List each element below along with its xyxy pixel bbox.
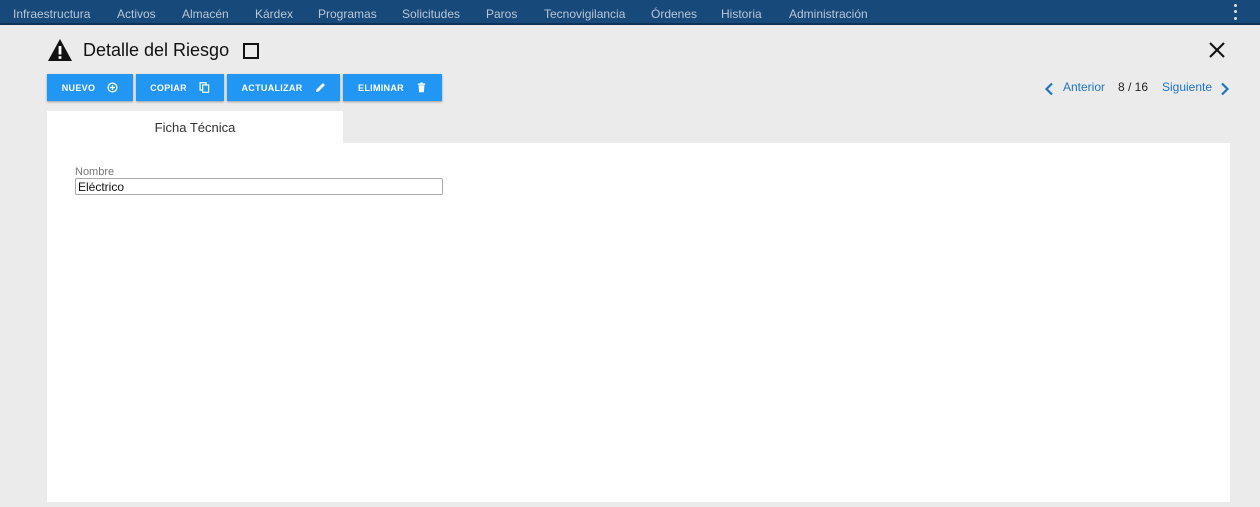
tab-ficha-tecnica-label: Ficha Técnica (154, 119, 236, 135)
nuevo-button-label: NUEVO (61, 82, 96, 93)
select-checkbox[interactable] (243, 43, 259, 59)
kebab-menu-icon[interactable] (1230, 2, 1240, 22)
nuevo-button[interactable]: NUEVO (47, 74, 133, 101)
chevron-right-icon[interactable] (1220, 82, 1230, 96)
nav-item-kardex[interactable]: Kárdex (255, 7, 293, 21)
nav-item-tecnovigilancia[interactable]: Tecnovigilancia (544, 7, 625, 21)
pencil-icon (315, 83, 325, 93)
top-nav-bar: Infraestructura Activos Almacén Kárdex P… (0, 0, 1260, 25)
nav-item-ordenes[interactable]: Órdenes (651, 7, 697, 21)
actualizar-button-label: ACTUALIZAR (241, 82, 303, 93)
copiar-button[interactable]: COPIAR (136, 74, 224, 101)
tab-ficha-tecnica[interactable]: Ficha Técnica (47, 111, 343, 143)
nav-item-almacen[interactable]: Almacén (182, 7, 229, 21)
nombre-input[interactable] (75, 178, 443, 195)
nav-item-historia[interactable]: Historia (721, 7, 762, 21)
chevron-left-icon[interactable] (1044, 82, 1054, 96)
warning-icon (48, 39, 72, 61)
close-icon[interactable] (1207, 40, 1227, 60)
nav-item-administracion[interactable]: Administración (789, 7, 868, 21)
eliminar-button[interactable]: ELIMINAR (343, 74, 442, 101)
actualizar-button[interactable]: ACTUALIZAR (227, 74, 340, 101)
trash-icon (417, 82, 426, 93)
nombre-label: Nombre (75, 166, 115, 178)
anterior-link[interactable]: Anterior (1063, 80, 1105, 98)
page-title: Detalle del Riesgo (83, 40, 230, 60)
siguiente-link[interactable]: Siguiente (1162, 80, 1212, 98)
nav-item-paros[interactable]: Paros (486, 7, 517, 21)
nav-item-activos[interactable]: Activos (117, 7, 156, 21)
nav-item-infraestructura[interactable]: Infraestructura (13, 7, 90, 21)
detail-panel (47, 143, 1230, 502)
page-counter: 8 / 16 (1118, 80, 1149, 94)
eliminar-button-label: ELIMINAR (358, 82, 404, 93)
copiar-button-label: COPIAR (150, 82, 187, 93)
nav-item-solicitudes[interactable]: Solicitudes (402, 7, 460, 21)
add-circle-icon (107, 82, 118, 93)
nav-item-programas[interactable]: Programas (318, 7, 377, 21)
copy-icon (199, 82, 210, 93)
